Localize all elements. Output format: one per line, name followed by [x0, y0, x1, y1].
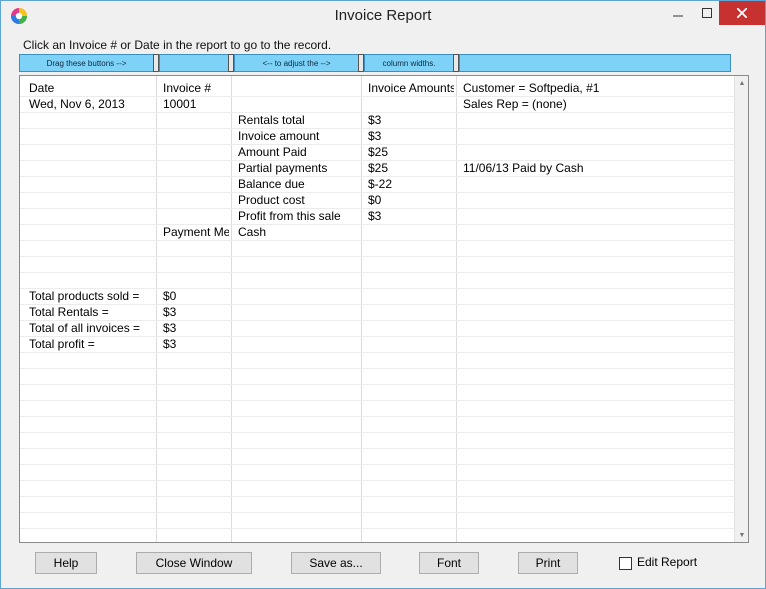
- row-divider: [20, 432, 736, 433]
- report-header-cell: Invoice #: [163, 81, 212, 95]
- report-cell: $3: [163, 305, 177, 319]
- report-cell: $3: [163, 321, 177, 335]
- row-divider: [20, 496, 736, 497]
- close-icon: [737, 8, 747, 18]
- report-cell: $3: [163, 337, 177, 351]
- report-header-cell: Date: [29, 81, 55, 95]
- column-handle-3[interactable]: <-- to adjust the -->: [234, 54, 359, 72]
- row-divider: [20, 256, 736, 257]
- scroll-up-arrow-icon[interactable]: ▲: [735, 76, 748, 90]
- report-cell: $0: [163, 289, 177, 303]
- report-header-cell: Invoice Amounts: [368, 81, 454, 95]
- report-cell: Total Rentals =: [29, 305, 109, 319]
- report-grid: Date Invoice # Invoice Amounts Customer = S…: [19, 75, 749, 543]
- row-divider: [20, 464, 736, 465]
- report-cell: 11/06/13 Paid by Cash: [463, 161, 584, 175]
- row-divider: [20, 240, 736, 241]
- maximize-icon: [702, 8, 712, 18]
- column-divider: [456, 76, 457, 542]
- report-cell: $3: [368, 209, 382, 223]
- row-divider: [20, 416, 736, 417]
- window-title: Invoice Report: [334, 7, 432, 24]
- report-cell: Total of all invoices =: [29, 321, 141, 335]
- report-cell[interactable]: 10001: [163, 96, 229, 112]
- invoice-report-window: Invoice Report Click an Invoice # or Dat…: [0, 0, 766, 589]
- row-divider: [20, 528, 736, 529]
- report-cell: $3: [368, 129, 382, 143]
- report-cell: $3: [368, 113, 382, 127]
- print-button[interactable]: Print: [518, 552, 578, 574]
- font-button[interactable]: Font: [419, 552, 479, 574]
- instruction-text: Click an Invoice # or Date in the report…: [23, 38, 332, 52]
- report-header-cell: Customer = Softpedia, #1: [463, 81, 600, 95]
- column-handle-2[interactable]: [159, 54, 229, 72]
- column-handle-4[interactable]: column widths.: [364, 54, 454, 72]
- report-cell: Product cost: [238, 193, 305, 207]
- column-divider: [231, 76, 232, 542]
- report-cell: Invoice amount: [238, 129, 320, 143]
- help-button[interactable]: Help: [35, 552, 97, 574]
- edit-report-checkbox[interactable]: [619, 557, 632, 570]
- column-divider: [156, 76, 157, 542]
- row-divider: [20, 400, 736, 401]
- report-cell: Balance due: [238, 177, 305, 191]
- report-cell: $0: [368, 193, 382, 207]
- report-cell: Cash: [238, 225, 267, 239]
- report-cell[interactable]: Wed, Nov 6, 2013: [29, 96, 154, 112]
- edit-report-label[interactable]: Edit Report: [637, 555, 697, 569]
- report-cell: Total products sold =: [29, 289, 140, 303]
- report-cell: Sales Rep = (none): [463, 97, 567, 111]
- column-width-handles: Drag these buttons --> <-- to adjust the…: [19, 54, 731, 72]
- row-divider: [20, 448, 736, 449]
- report-cell: Amount Paid: [238, 145, 307, 159]
- row-divider: [20, 480, 736, 481]
- row-divider: [20, 384, 736, 385]
- column-handle-5[interactable]: [459, 54, 731, 72]
- row-divider: [20, 512, 736, 513]
- row-divider: [20, 352, 736, 353]
- minimize-icon: [673, 15, 683, 17]
- maximize-button[interactable]: [695, 1, 719, 25]
- row-divider: [20, 224, 736, 225]
- report-cell: $25: [368, 161, 389, 175]
- title-bar[interactable]: Invoice Report: [1, 1, 765, 31]
- report-cell: Total profit =: [29, 337, 95, 351]
- report-cell: Profit from this sale: [238, 209, 341, 223]
- close-window-button[interactable]: Close Window: [136, 552, 252, 574]
- save-as-button[interactable]: Save as...: [291, 552, 381, 574]
- report-cell: Payment Me: [163, 225, 229, 239]
- report-cell: $-22: [368, 177, 393, 191]
- row-divider: [20, 368, 736, 369]
- report-cell: $25: [368, 145, 389, 159]
- vertical-scrollbar[interactable]: ▲ ▼: [734, 76, 748, 542]
- report-cell: Partial payments: [238, 161, 328, 175]
- minimize-button[interactable]: [661, 1, 695, 25]
- scroll-down-arrow-icon[interactable]: ▼: [735, 528, 748, 542]
- column-handle-1[interactable]: Drag these buttons -->: [19, 54, 154, 72]
- column-divider: [361, 76, 362, 542]
- report-cell: Rentals total: [238, 113, 305, 127]
- close-button[interactable]: [719, 1, 765, 25]
- row-divider: [20, 272, 736, 273]
